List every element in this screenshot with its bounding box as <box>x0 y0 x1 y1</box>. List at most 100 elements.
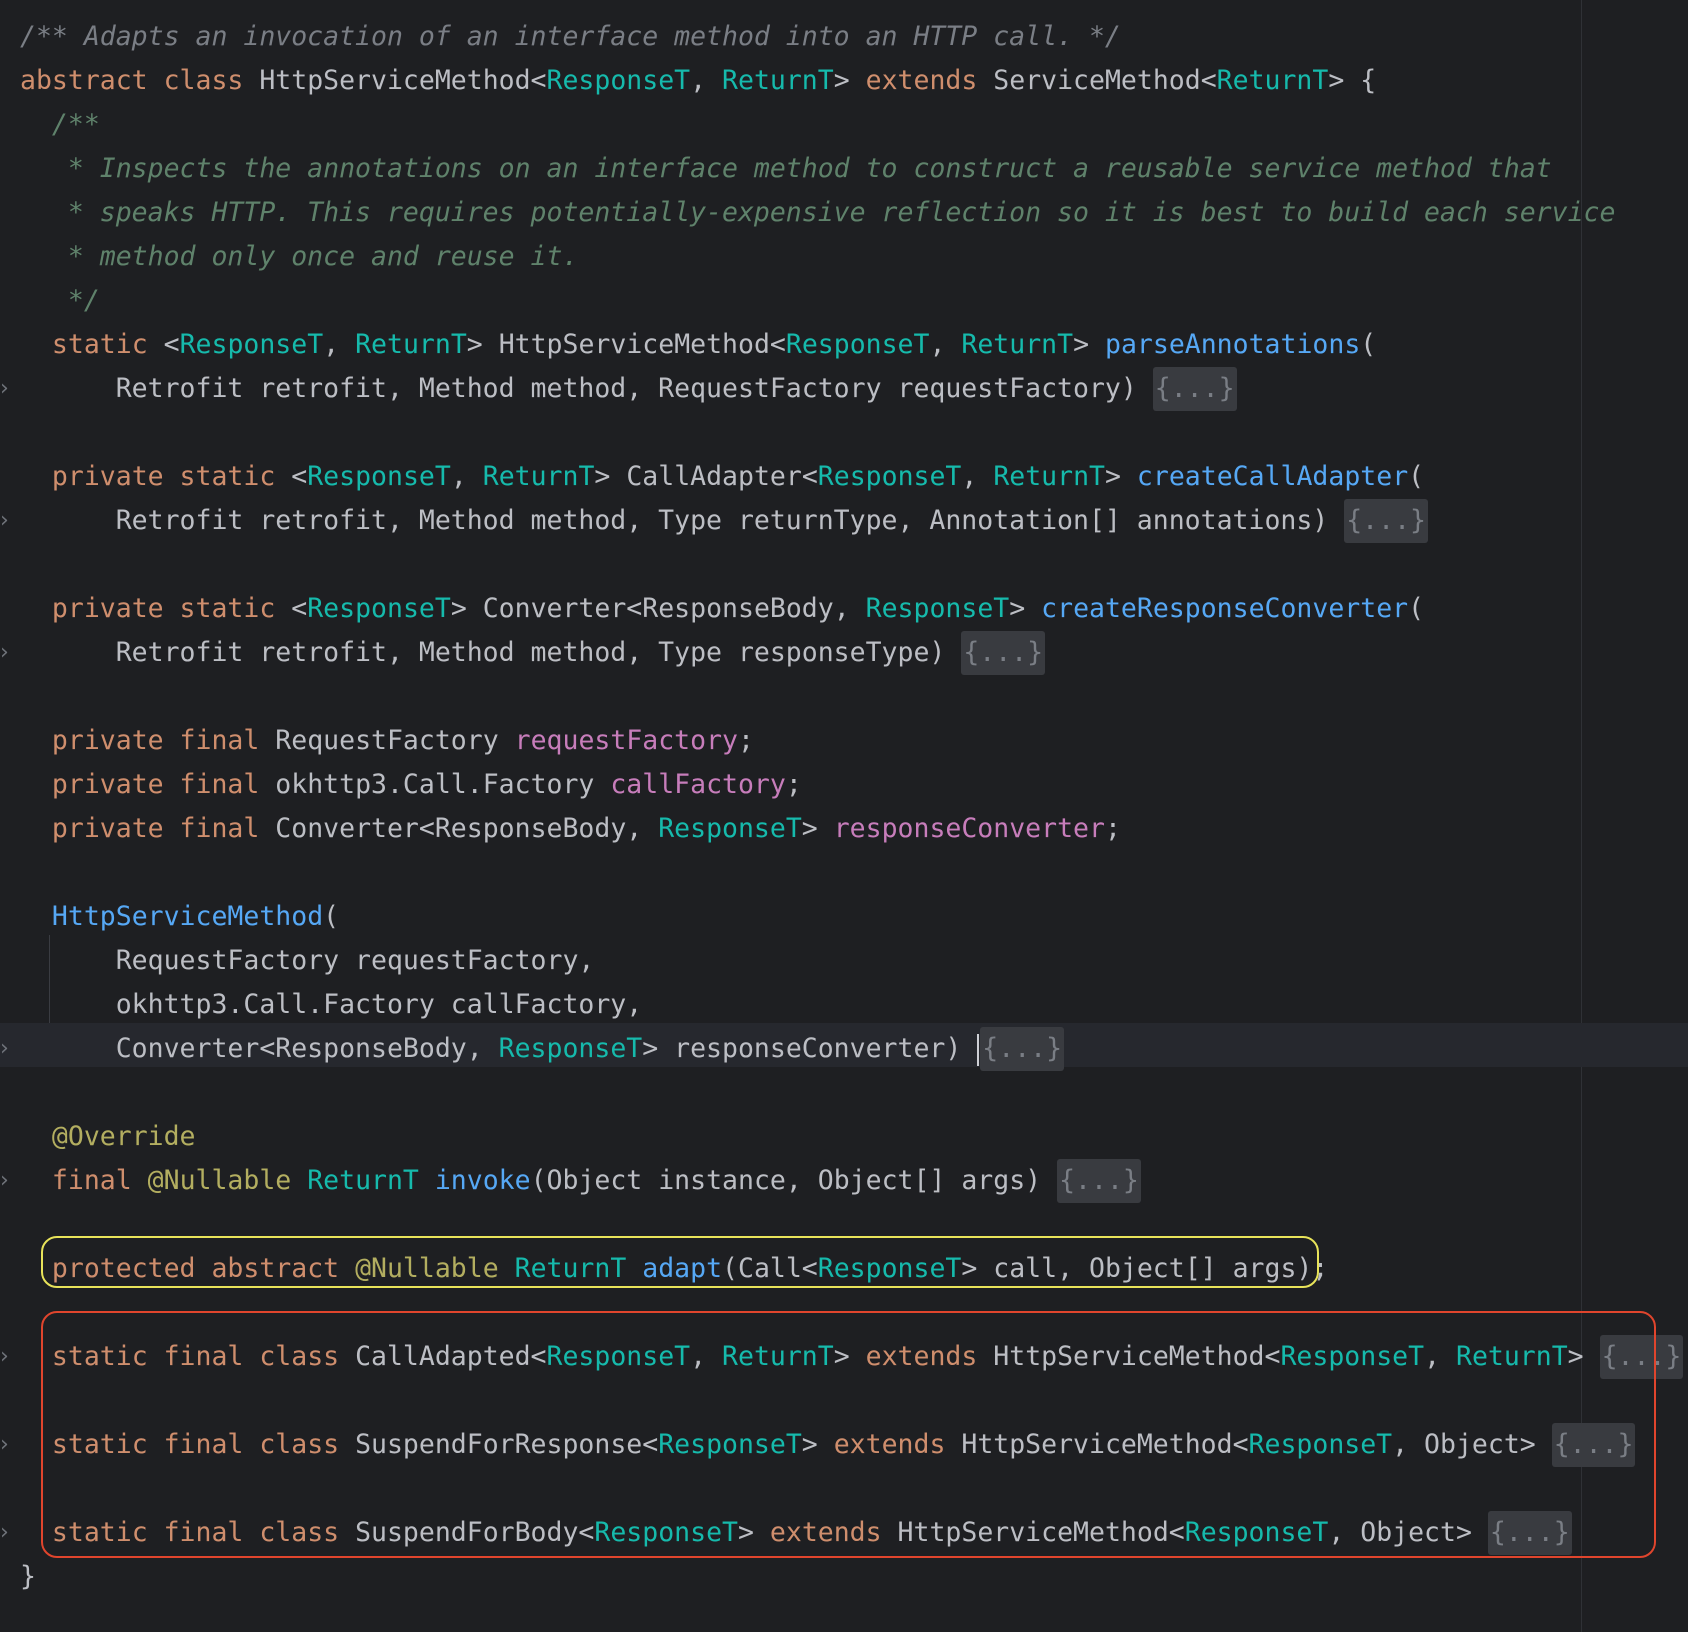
code-token: ; <box>785 769 802 800</box>
folded-code-block[interactable]: {...} <box>980 1027 1065 1071</box>
code-token: ServiceMethod< <box>993 65 1217 96</box>
code-line[interactable]: Retrofit retrofit, Method method, Type r… <box>20 499 1428 543</box>
code-token: ( <box>323 901 340 932</box>
code-token: ReturnT <box>961 329 1074 360</box>
code-token: abstract class <box>20 65 260 96</box>
code-line[interactable]: /** Adapts an invocation of an interface… <box>20 15 1121 59</box>
code-token: ResponseT <box>498 1033 643 1064</box>
code-token: HttpServiceMethod< <box>259 65 547 96</box>
code-token: RequestFactory <box>275 725 515 756</box>
code-token: > Converter<ResponseBody, <box>450 593 866 624</box>
code-line[interactable]: * speaks HTTP. This requires potentially… <box>20 191 1616 235</box>
code-token: > CallAdapter< <box>594 461 818 492</box>
chevron-right-icon[interactable]: › <box>0 367 14 411</box>
code-token: /** <box>20 109 100 140</box>
code-line[interactable]: * method only once and reuse it. <box>20 235 579 279</box>
code-line[interactable]: } <box>20 1555 36 1599</box>
highlight-box-inner-classes <box>41 1311 1656 1558</box>
code-token: private final <box>51 725 276 756</box>
chevron-right-icon[interactable]: › <box>0 499 14 543</box>
chevron-right-icon[interactable]: › <box>0 631 14 675</box>
code-token: okhttp3.Call.Factory <box>275 769 611 800</box>
code-token: < <box>163 329 180 360</box>
code-line[interactable]: * Inspects the annotations on an interfa… <box>20 147 1552 191</box>
highlight-box-adapt-method <box>41 1236 1319 1288</box>
code-token: Converter<ResponseBody, <box>275 813 659 844</box>
code-line[interactable]: Retrofit retrofit, Method method, Reques… <box>20 367 1237 411</box>
code-line[interactable]: Retrofit retrofit, Method method, Type r… <box>20 631 1046 675</box>
folded-code-block[interactable]: {...} <box>1344 499 1428 543</box>
code-line[interactable]: private static <ResponseT> Converter<Res… <box>20 587 1424 631</box>
code-token: ReturnT <box>355 329 467 360</box>
code-line[interactable]: */ <box>20 279 100 323</box>
code-line[interactable]: RequestFactory requestFactory, <box>20 939 595 983</box>
code-token: ResponseT <box>179 329 324 360</box>
code-token: private final <box>51 769 276 800</box>
code-token: , <box>323 329 356 360</box>
code-token: * speaks HTTP. This requires potentially… <box>20 197 1616 228</box>
code-token: * method only once and reuse it. <box>20 241 579 272</box>
code-line[interactable]: private final RequestFactory requestFact… <box>20 719 754 763</box>
code-token: > HttpServiceMethod< <box>466 329 786 360</box>
code-token: static <box>51 329 164 360</box>
code-token: ReturnT <box>1216 65 1329 96</box>
code-token: Retrofit retrofit, Method method, Reques… <box>20 373 1153 404</box>
code-line[interactable]: Converter<ResponseBody, ResponseT> respo… <box>20 1027 1065 1071</box>
folded-code-block[interactable]: {...} <box>961 631 1046 675</box>
code-line[interactable]: @Override <box>20 1115 196 1159</box>
chevron-right-icon[interactable]: › <box>0 1027 14 1071</box>
code-token: , <box>450 461 483 492</box>
code-token: ReturnT <box>993 461 1105 492</box>
code-token: > <box>1105 461 1137 492</box>
chevron-right-icon[interactable]: › <box>0 1423 14 1467</box>
code-token: private static <box>51 593 292 624</box>
code-token: > <box>1073 329 1105 360</box>
code-token: createCallAdapter <box>1136 461 1409 492</box>
code-token: requestFactory <box>514 725 738 756</box>
code-token: ResponseT <box>658 813 802 844</box>
code-token: Retrofit retrofit, Method method, Type r… <box>20 505 1345 536</box>
code-token: ( <box>1408 593 1425 624</box>
code-token: parseAnnotations <box>1105 329 1361 360</box>
code-token: < <box>291 593 308 624</box>
code-token: Retrofit retrofit, Method method, Type r… <box>20 637 962 668</box>
code-token: ( <box>1360 329 1377 360</box>
code-token: invoke <box>434 1165 531 1196</box>
code-line[interactable]: /** <box>20 103 100 147</box>
code-token: , <box>929 329 962 360</box>
code-token: ; <box>1104 813 1121 844</box>
code-token: okhttp3.Call.Factory callFactory, <box>20 989 643 1020</box>
code-token: extends <box>865 65 994 96</box>
code-token: responseConverter <box>833 813 1105 844</box>
code-token: > responseConverter) <box>642 1033 978 1064</box>
code-line[interactable]: okhttp3.Call.Factory callFactory, <box>20 983 643 1027</box>
code-line[interactable]: HttpServiceMethod( <box>20 895 339 939</box>
code-editor[interactable]: /** Adapts an invocation of an interface… <box>0 0 1688 1632</box>
code-token: */ <box>20 285 100 316</box>
code-line[interactable]: private final Converter<ResponseBody, Re… <box>20 807 1121 851</box>
folded-code-block[interactable]: {...} <box>1057 1159 1141 1203</box>
chevron-right-icon[interactable]: › <box>0 1335 14 1379</box>
code-token: ResponseT <box>546 65 691 96</box>
chevron-right-icon[interactable]: › <box>0 1159 14 1203</box>
code-token: ReturnT <box>307 1165 435 1196</box>
code-token: @Nullable <box>147 1165 308 1196</box>
code-line[interactable]: final @Nullable ReturnT invoke(Object in… <box>20 1159 1141 1203</box>
text-caret <box>977 1033 980 1066</box>
chevron-right-icon[interactable]: › <box>0 1511 14 1555</box>
code-line[interactable]: static <ResponseT, ReturnT> HttpServiceM… <box>20 323 1376 367</box>
code-line[interactable]: abstract class HttpServiceMethod<Respons… <box>20 59 1376 103</box>
code-token: , <box>690 65 723 96</box>
code-line[interactable]: private static <ResponseT, ReturnT> Call… <box>20 455 1424 499</box>
code-line[interactable]: private final okhttp3.Call.Factory callF… <box>20 763 802 807</box>
code-token: callFactory <box>610 769 786 800</box>
folded-code-block[interactable]: {...} <box>1152 367 1237 411</box>
